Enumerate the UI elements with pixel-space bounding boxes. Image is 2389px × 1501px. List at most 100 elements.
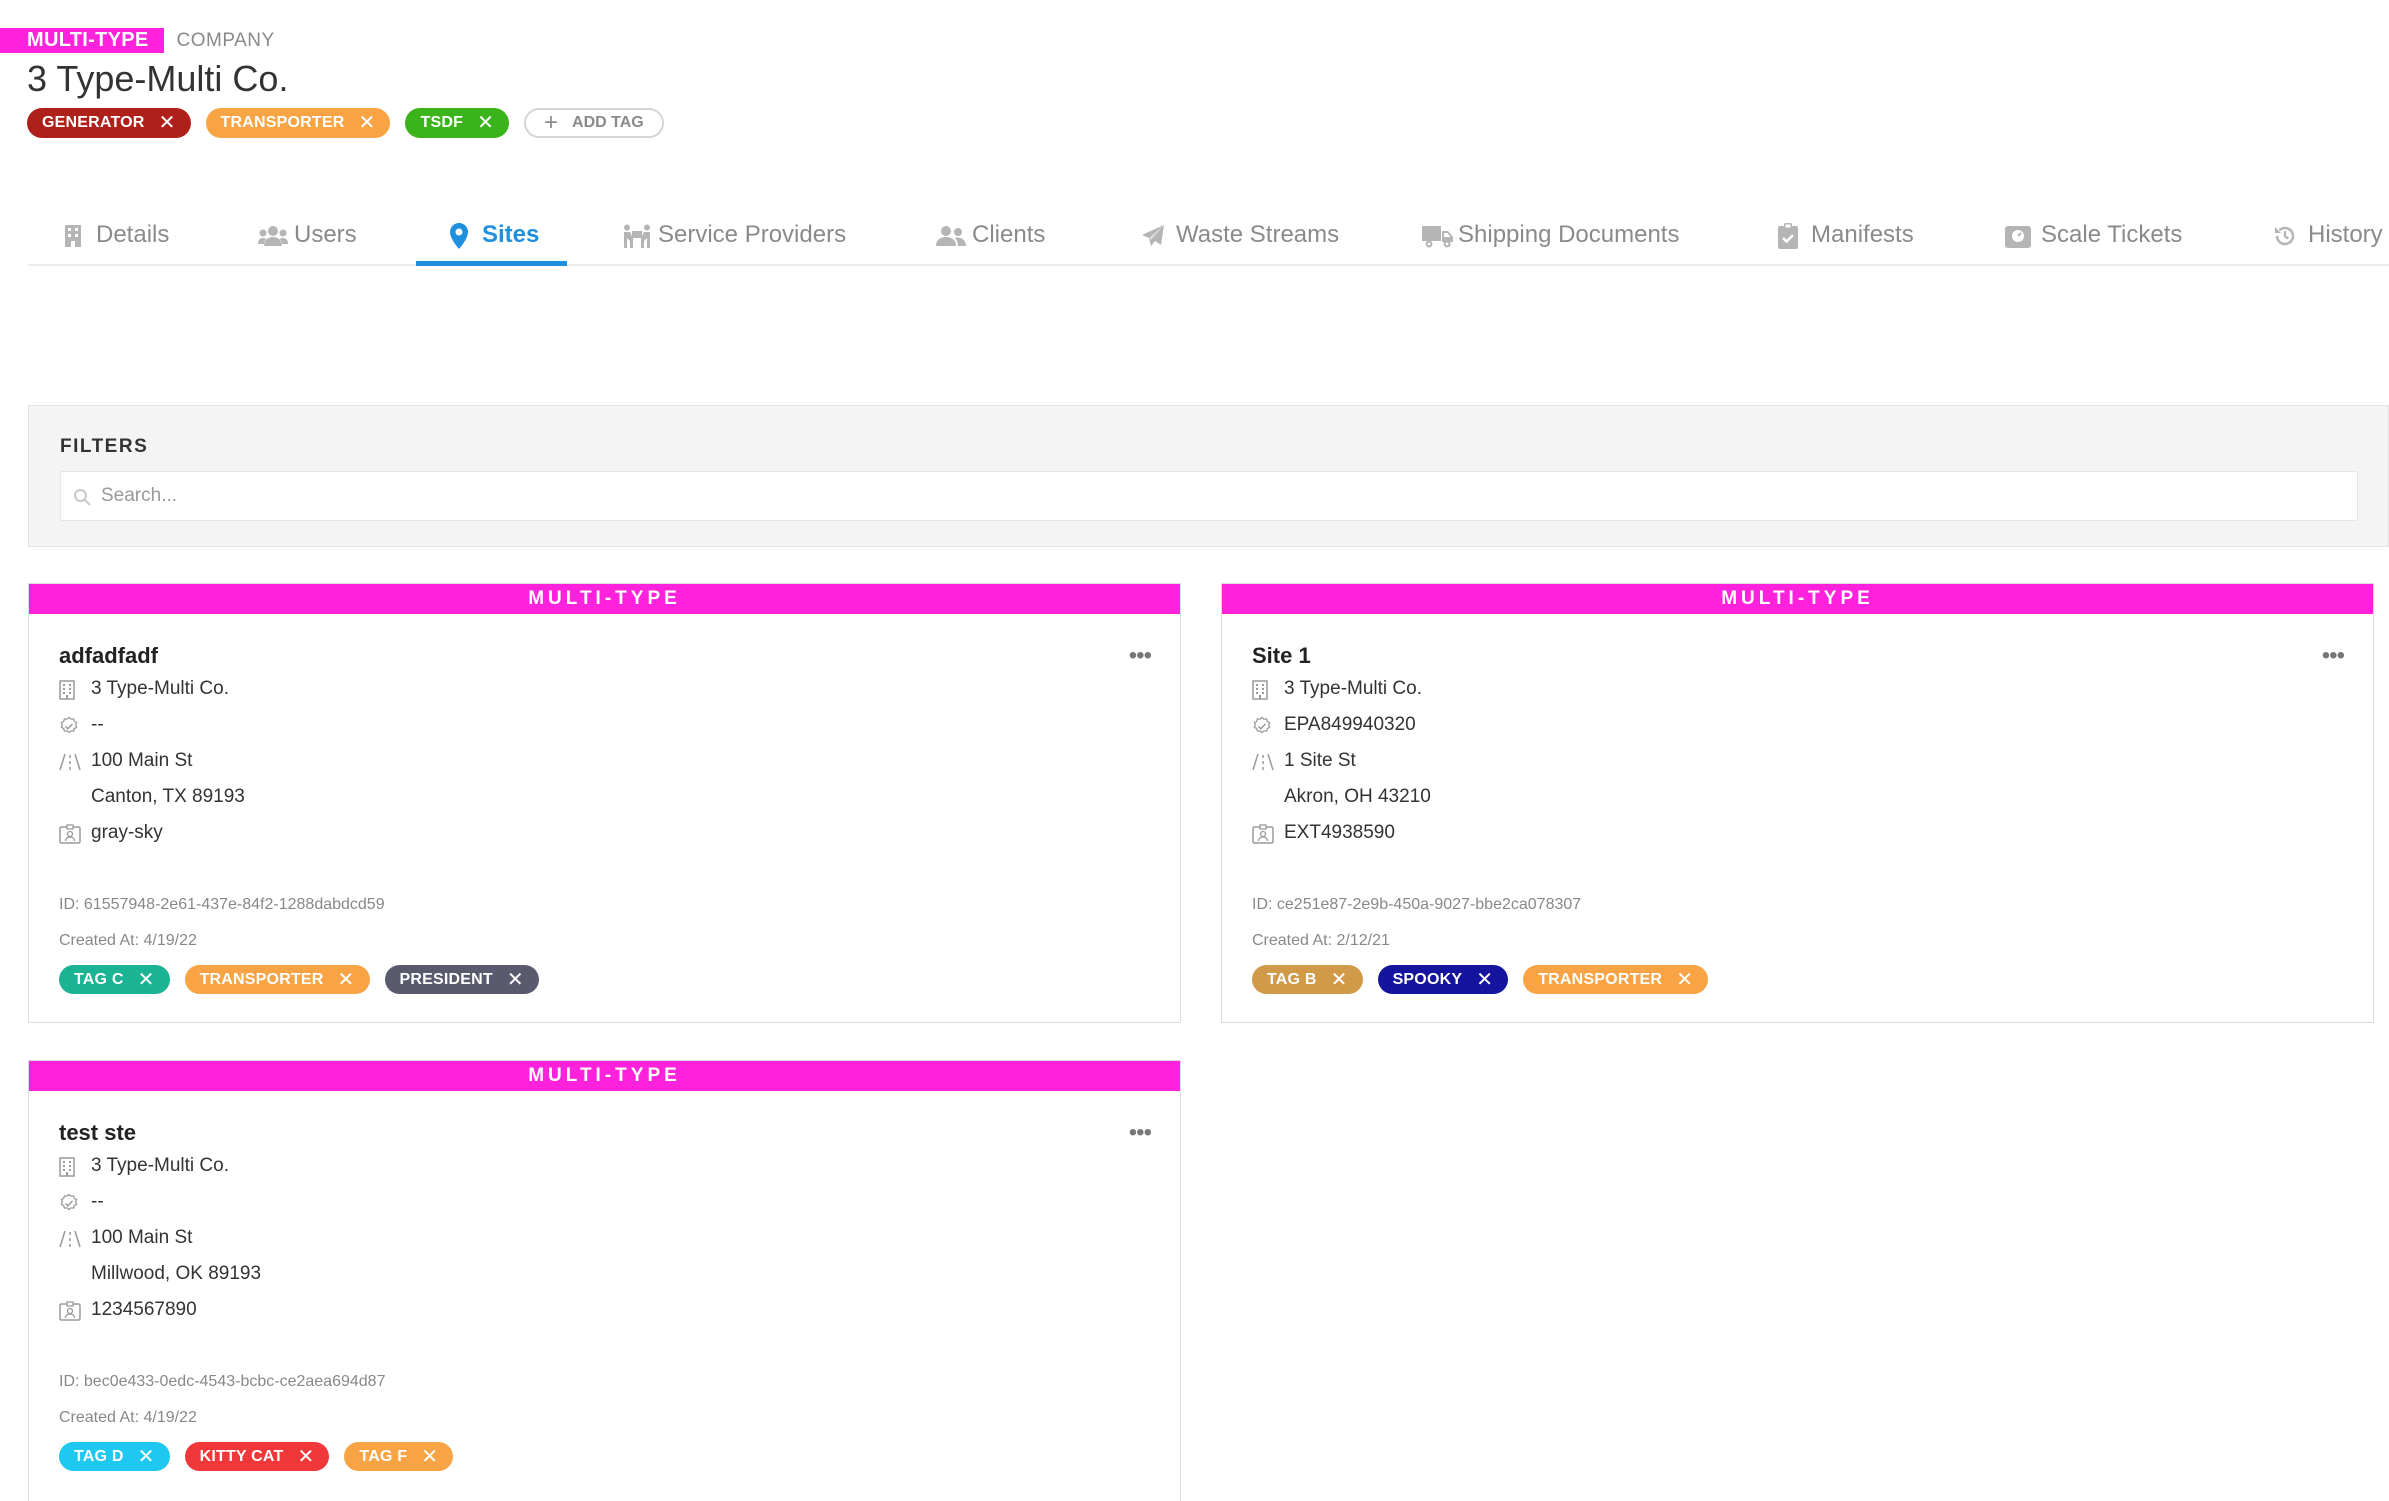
site-tag: TAG B ✕ xyxy=(1252,965,1363,994)
header-type-row: MULTI-TYPE COMPANY xyxy=(0,28,275,53)
remove-tag-icon[interactable]: ✕ xyxy=(1676,970,1693,990)
company-tag: TRANSPORTER ✕ xyxy=(205,108,391,138)
company-tag: GENERATOR ✕ xyxy=(27,108,191,138)
type-badge: MULTI-TYPE xyxy=(0,28,164,53)
site-address-line: 1 Site St xyxy=(1252,743,2343,779)
tag-label: TAG B xyxy=(1267,970,1317,988)
company-tag: TSDF ✕ xyxy=(405,108,510,138)
id-badge-icon xyxy=(1252,822,1284,844)
more-options-icon[interactable]: ••• xyxy=(1129,644,1152,668)
tab-scale-tickets[interactable]: Scale Tickets xyxy=(2005,204,2182,266)
tag-label: PRESIDENT xyxy=(399,970,493,988)
remove-tag-icon[interactable]: ✕ xyxy=(1476,970,1493,990)
site-card: MULTI-TYPE test ste ••• 3 Type-Multi Co.… xyxy=(28,1060,1181,1501)
road-icon xyxy=(59,751,91,772)
tab-history[interactable]: History xyxy=(2272,204,2383,266)
tab-waste-streams[interactable]: Waste Streams xyxy=(1140,204,1339,266)
site-type-header: MULTI-TYPE xyxy=(29,1061,1180,1091)
clipboard-check-icon xyxy=(1775,221,1801,249)
remove-tag-icon[interactable]: ✕ xyxy=(477,113,494,133)
site-address-line1: 100 Main St xyxy=(91,1227,193,1248)
site-tag: KITTY CAT ✕ xyxy=(184,1442,330,1471)
tag-label: TAG F xyxy=(359,1447,408,1465)
remove-tag-icon[interactable]: ✕ xyxy=(159,113,176,133)
site-name[interactable]: Site 1 xyxy=(1252,641,2343,671)
building-icon xyxy=(59,1155,91,1177)
site-company: 3 Type-Multi Co. xyxy=(91,1155,229,1176)
site-epa-id: -- xyxy=(91,714,104,735)
tab-label: Waste Streams xyxy=(1176,221,1340,248)
site-company: 3 Type-Multi Co. xyxy=(1284,678,1422,699)
map-marker-icon xyxy=(446,221,472,249)
more-options-icon[interactable]: ••• xyxy=(2322,644,2345,668)
remove-tag-icon[interactable]: ✕ xyxy=(359,113,376,133)
check-circle-icon xyxy=(1252,714,1284,735)
site-name[interactable]: test ste xyxy=(59,1118,1150,1148)
site-card: MULTI-TYPE adfadfadf ••• 3 Type-Multi Co… xyxy=(28,583,1181,1023)
tab-manifests[interactable]: Manifests xyxy=(1775,204,1914,266)
site-tag: TAG D ✕ xyxy=(59,1442,170,1471)
tab-sites[interactable]: Sites xyxy=(446,204,539,266)
site-address-line: 100 Main St xyxy=(59,743,1150,779)
tab-label: Manifests xyxy=(1811,221,1914,248)
site-address-line1: 1 Site St xyxy=(1284,750,1356,771)
more-options-icon[interactable]: ••• xyxy=(1129,1121,1152,1145)
site-tags: TAG D ✕ KITTY CAT ✕ TAG F ✕ xyxy=(59,1442,1150,1471)
id-badge-icon xyxy=(59,1299,91,1321)
remove-tag-icon[interactable]: ✕ xyxy=(507,970,524,990)
site-tag: TRANSPORTER ✕ xyxy=(1523,965,1709,994)
site-card-body: test ste ••• 3 Type-Multi Co. -- 100 Mai… xyxy=(29,1091,1180,1471)
remove-tag-icon[interactable]: ✕ xyxy=(138,1447,155,1467)
site-external-id: EXT4938590 xyxy=(1284,822,1395,843)
tag-label: TRANSPORTER xyxy=(220,114,345,131)
remove-tag-icon[interactable]: ✕ xyxy=(421,1447,438,1467)
site-address-line: 100 Main St xyxy=(59,1220,1150,1256)
paper-plane-icon xyxy=(1140,222,1166,248)
id-badge-icon xyxy=(59,822,91,844)
scale-icon xyxy=(2005,222,2031,249)
site-external-line: 1234567890 xyxy=(59,1292,1150,1328)
tag-label: GENERATOR xyxy=(42,114,145,131)
site-id: ID: bec0e433-0edc-4543-bcbc-ce2aea694d87 xyxy=(59,1373,386,1390)
tab-clients[interactable]: Clients xyxy=(936,204,1045,266)
plus-icon: + xyxy=(544,109,559,136)
site-card-body: adfadfadf ••• 3 Type-Multi Co. -- 100 Ma… xyxy=(29,614,1180,994)
filters-panel: FILTERS xyxy=(28,405,2389,547)
search-input[interactable] xyxy=(101,485,2271,507)
site-name[interactable]: adfadfadf xyxy=(59,641,1150,671)
check-circle-icon xyxy=(59,714,91,735)
tab-label: Service Providers xyxy=(658,221,847,248)
tag-label: TRANSPORTER xyxy=(1538,970,1663,988)
site-tag: TAG C ✕ xyxy=(59,965,170,994)
site-city-line: Millwood, OK 89193 xyxy=(59,1256,1150,1292)
site-tags: TAG B ✕ SPOOKY ✕ TRANSPORTER ✕ xyxy=(1252,965,2343,994)
company-tags: GENERATOR ✕ TRANSPORTER ✕ TSDF ✕ + ADD T… xyxy=(27,108,664,138)
site-id: ID: ce251e87-2e9b-450a-9027-bbe2ca078307 xyxy=(1252,896,1582,913)
tab-users[interactable]: Users xyxy=(258,204,357,266)
site-address-line2: Canton, TX 89193 xyxy=(91,786,245,807)
user-friends-icon xyxy=(936,222,966,248)
remove-tag-icon[interactable]: ✕ xyxy=(297,1447,314,1467)
tag-label: TAG D xyxy=(74,1447,124,1465)
site-id: ID: 61557948-2e61-437e-84f2-1288dabdcd59 xyxy=(59,896,385,913)
entity-label: COMPANY xyxy=(176,29,275,51)
site-created-at: Created At: 2/12/21 xyxy=(1252,932,1390,949)
filters-title: FILTERS xyxy=(60,436,149,457)
site-epa-line: -- xyxy=(59,1184,1150,1220)
tab-label: Sites xyxy=(482,221,540,248)
site-tag: PRESIDENT ✕ xyxy=(384,965,539,994)
site-epa-id: -- xyxy=(91,1191,104,1212)
remove-tag-icon[interactable]: ✕ xyxy=(138,970,155,990)
tab-service-providers[interactable]: Service Providers xyxy=(622,204,846,266)
active-tab-indicator xyxy=(416,261,567,266)
site-epa-line: -- xyxy=(59,707,1150,743)
remove-tag-icon[interactable]: ✕ xyxy=(338,970,355,990)
tag-label: SPOOKY xyxy=(1392,970,1463,988)
remove-tag-icon[interactable]: ✕ xyxy=(1331,970,1348,990)
tab-shipping-documents[interactable]: Shipping Documents xyxy=(1422,204,1679,266)
site-created-at: Created At: 4/19/22 xyxy=(59,932,197,949)
site-created-at: Created At: 4/19/22 xyxy=(59,1409,197,1426)
truck-icon xyxy=(1422,222,1453,248)
tab-details[interactable]: Details xyxy=(60,204,169,266)
add-tag-button[interactable]: + ADD TAG xyxy=(524,108,664,138)
